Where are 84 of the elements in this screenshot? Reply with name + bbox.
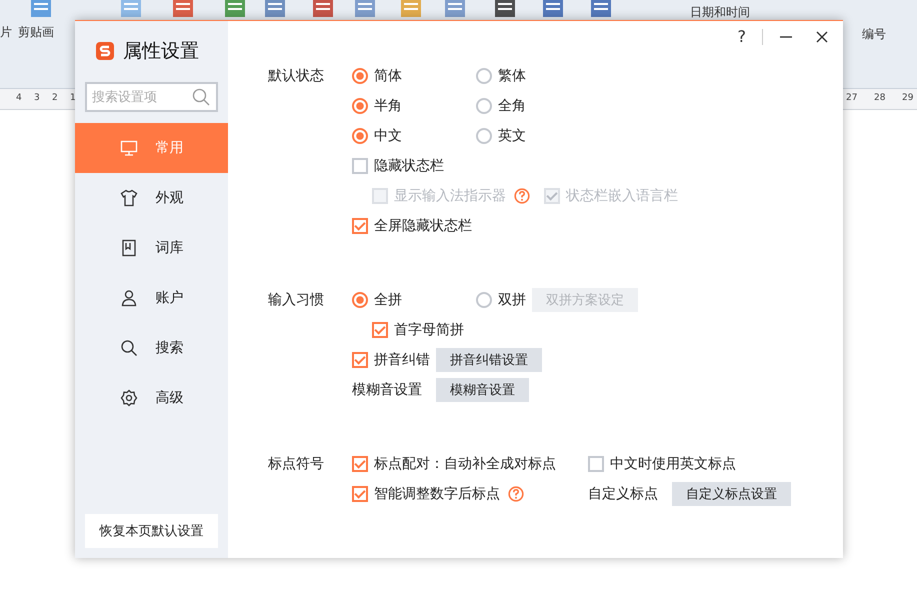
option-label: 显示输入法指示器 xyxy=(394,187,506,205)
checkbox[interactable] xyxy=(352,218,368,234)
radio-option[interactable]: 英文 xyxy=(476,127,526,145)
search-icon xyxy=(120,339,138,357)
person-icon xyxy=(120,289,138,307)
radio-button[interactable] xyxy=(476,292,492,308)
option-label: 全角 xyxy=(498,97,526,115)
radio-option[interactable]: 全角 xyxy=(476,97,526,115)
checkbox-option[interactable]: 全屏隐藏状态栏 xyxy=(352,217,472,235)
checkbox[interactable] xyxy=(352,486,368,502)
section-label: 默认状态 xyxy=(268,68,324,84)
radio-option[interactable]: 中文 xyxy=(352,127,402,145)
checkbox-option[interactable]: 拼音纠错 xyxy=(352,351,430,369)
radio-option[interactable]: 简体 xyxy=(352,67,402,85)
section-label: 输入习惯 xyxy=(268,292,324,308)
setting-label: 自定义标点 xyxy=(588,485,658,503)
ribbon-label[interactable]: 片 xyxy=(0,24,12,41)
option-label: 全拼 xyxy=(374,291,402,309)
ruler-number: 4 xyxy=(16,93,22,103)
nav-item[interactable]: 账户 xyxy=(75,273,228,323)
logo-icon xyxy=(95,41,115,61)
option-label: 简体 xyxy=(374,67,402,85)
search-icon[interactable] xyxy=(192,88,210,106)
option-label: 拼音纠错 xyxy=(374,351,430,369)
document-icon[interactable] xyxy=(310,0,336,18)
option-label: 繁体 xyxy=(498,67,526,85)
ruler-number: 1 xyxy=(70,93,76,103)
ruler-number: 27 xyxy=(846,93,858,103)
search-field[interactable]: 搜索设置项 xyxy=(85,82,218,112)
option-label: 半角 xyxy=(374,97,402,115)
ruler-number: 2 xyxy=(52,93,58,103)
setting-label: 模糊音设置 xyxy=(352,381,422,399)
option-label: 隐藏状态栏 xyxy=(374,157,444,175)
checkbox-option[interactable]: 首字母简拼 xyxy=(372,321,464,339)
radio-option[interactable]: 半角 xyxy=(352,97,402,115)
radio-button[interactable] xyxy=(476,98,492,114)
ribbon-label[interactable]: 日期和时间 xyxy=(690,4,750,21)
ribbon-label[interactable]: 剪贴画 xyxy=(18,24,54,41)
nav-item[interactable]: 词库 xyxy=(75,223,228,273)
monitor-icon xyxy=(120,139,138,157)
document-icon[interactable] xyxy=(540,0,566,18)
radio-option[interactable]: 全拼 xyxy=(352,291,402,309)
option-label: 中文 xyxy=(374,127,402,145)
radio-button[interactable] xyxy=(352,128,368,144)
shirt-icon xyxy=(120,189,138,207)
settings-button[interactable]: 模糊音设置 xyxy=(436,378,529,402)
checkbox[interactable] xyxy=(352,158,368,174)
radio-button[interactable] xyxy=(352,68,368,84)
checkbox[interactable] xyxy=(372,322,388,338)
option-label: 双拼 xyxy=(498,291,526,309)
close-icon[interactable] xyxy=(815,30,829,44)
section-label: 标点符号 xyxy=(268,456,324,472)
checkbox-option[interactable]: 隐藏状态栏 xyxy=(352,157,444,175)
option-label: 英文 xyxy=(498,127,526,145)
ribbon-label[interactable]: 编号 xyxy=(862,26,886,43)
option-label: 首字母简拼 xyxy=(394,321,464,339)
radio-button[interactable] xyxy=(352,98,368,114)
ruler-number: 3 xyxy=(34,93,40,103)
option-label: 全屏隐藏状态栏 xyxy=(374,217,472,235)
checkbox[interactable] xyxy=(588,456,604,472)
document-icon[interactable] xyxy=(492,0,518,18)
radio-button[interactable] xyxy=(476,128,492,144)
help-button[interactable]: ? xyxy=(738,27,746,46)
checkbox[interactable] xyxy=(352,456,368,472)
help-icon[interactable] xyxy=(508,486,524,502)
ruler-number: 28 xyxy=(874,93,886,103)
checkbox[interactable] xyxy=(352,352,368,368)
radio-option[interactable]: 双拼 xyxy=(476,291,526,309)
settings-button[interactable]: 自定义标点设置 xyxy=(672,482,791,506)
help-icon[interactable] xyxy=(514,188,530,204)
radio-option[interactable]: 繁体 xyxy=(476,67,526,85)
radio-button[interactable] xyxy=(476,68,492,84)
reset-defaults-button[interactable]: 恢复本页默认设置 xyxy=(85,514,218,548)
nav-item[interactable]: 搜索 xyxy=(75,323,228,373)
ruler-number: 29 xyxy=(902,93,914,103)
nav-item[interactable]: 高级 xyxy=(75,373,228,423)
document-icon[interactable] xyxy=(262,0,288,18)
radio-button[interactable] xyxy=(352,292,368,308)
gear-icon xyxy=(120,389,138,407)
nav-item[interactable]: 外观 xyxy=(75,173,228,223)
settings-button[interactable]: 拼音纠错设置 xyxy=(436,348,542,372)
book-icon xyxy=(120,239,138,257)
option-label: 状态栏嵌入语言栏 xyxy=(566,187,678,205)
dialog-title: 属性设置 xyxy=(123,39,199,64)
